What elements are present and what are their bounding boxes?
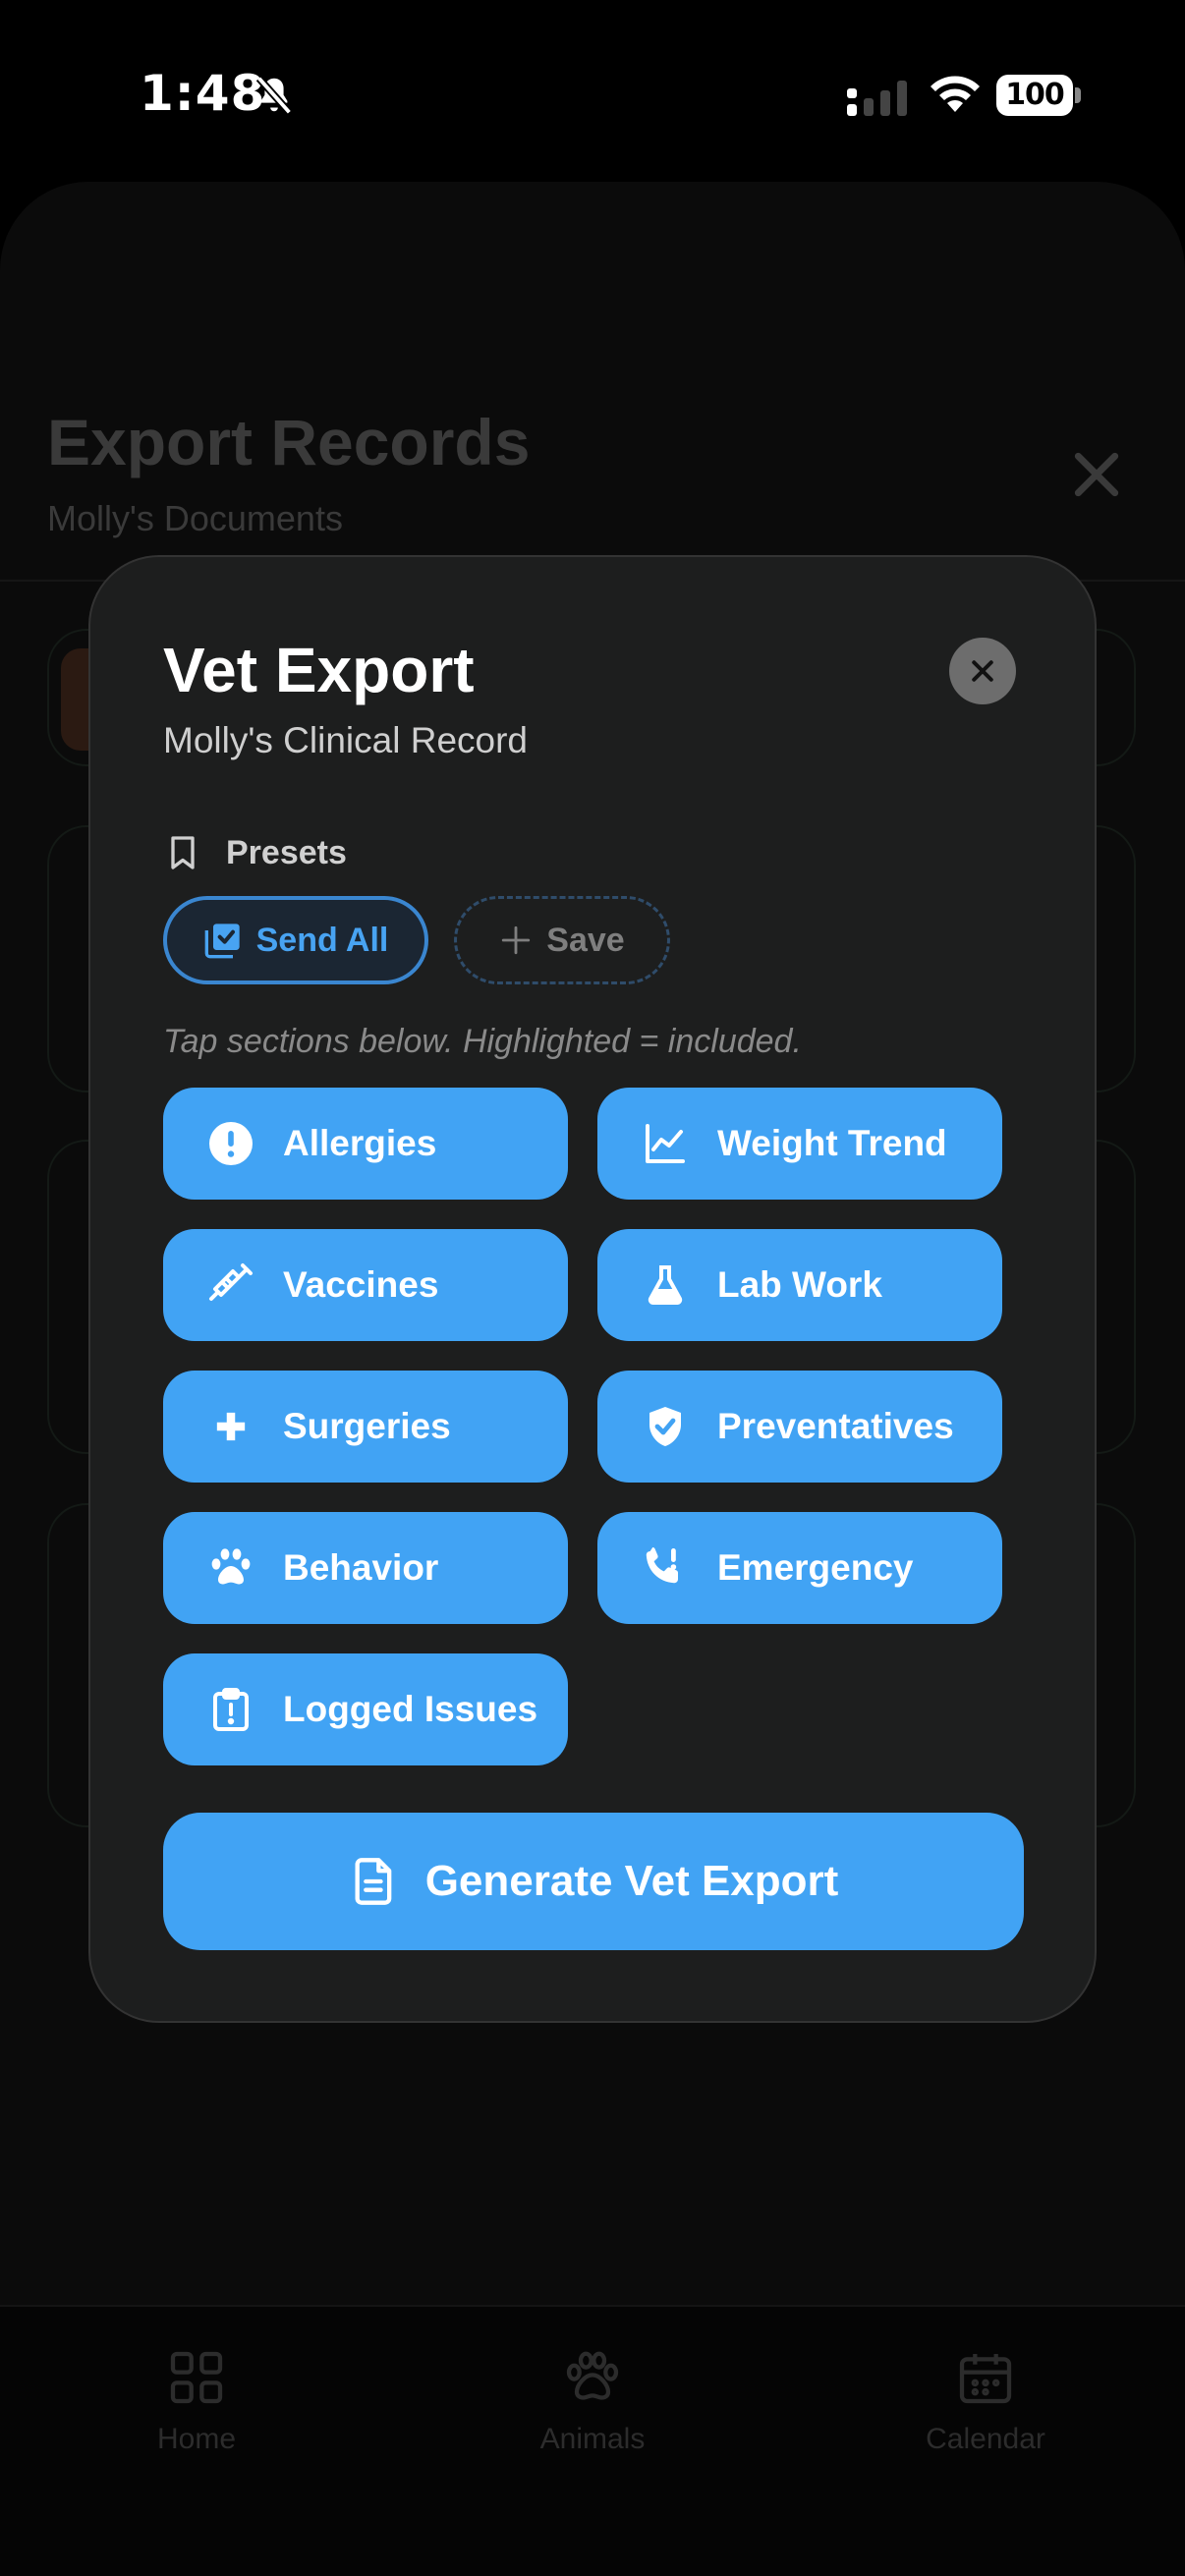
- section-label: Surgeries: [283, 1406, 451, 1446]
- preset-label: Send All: [255, 921, 389, 959]
- paw-icon: [211, 1548, 251, 1585]
- clipboard-alert-icon: [213, 1688, 249, 1731]
- battery-level: 100: [996, 75, 1073, 116]
- section-logged-issues-toggle[interactable]: Logged Issues: [163, 1653, 568, 1765]
- bookmark-icon: [171, 836, 195, 869]
- calendar-icon: [959, 2354, 1012, 2404]
- section-label: Emergency: [717, 1547, 914, 1588]
- section-label: Behavior: [283, 1547, 439, 1588]
- presets-label: Presets: [226, 833, 347, 871]
- section-label: Allergies: [283, 1123, 437, 1163]
- section-emergency-toggle[interactable]: Emergency: [597, 1512, 1002, 1624]
- generate-label: Generate Vet Export: [424, 1857, 839, 1905]
- section-preventatives-toggle[interactable]: Preventatives: [597, 1371, 1002, 1483]
- modal-title: Vet Export: [163, 635, 475, 705]
- syringe-icon: [209, 1263, 253, 1301]
- cellular-signal-icon: [847, 81, 907, 116]
- status-time: 1:48: [140, 65, 266, 122]
- page-title: Export Records: [47, 406, 531, 478]
- phone-alert-icon: [646, 1547, 678, 1584]
- section-label: Vaccines: [283, 1264, 439, 1305]
- nav-label: Home: [156, 2423, 237, 2455]
- section-weight-trend-toggle[interactable]: Weight Trend: [597, 1088, 1002, 1200]
- bell-muted-icon: [255, 76, 293, 115]
- nav-item-animals[interactable]: Animals: [475, 2346, 710, 2456]
- section-label: Weight Trend: [717, 1123, 947, 1163]
- shield-check-icon: [649, 1407, 681, 1446]
- nav-item-calendar[interactable]: Calendar: [868, 2346, 1103, 2456]
- section-allergies-toggle[interactable]: Allergies: [163, 1088, 568, 1200]
- preset-save-button[interactable]: Save: [454, 896, 670, 984]
- medical-cross-icon: [216, 1412, 246, 1441]
- nav-label: Animals: [539, 2423, 646, 2455]
- alert-circle-icon: [209, 1122, 253, 1165]
- modal-close-button[interactable]: [949, 638, 1016, 704]
- preset-send-all-button[interactable]: Send All: [163, 896, 428, 984]
- section-label: Logged Issues: [283, 1689, 538, 1729]
- close-icon: [972, 660, 993, 682]
- flask-icon: [648, 1265, 683, 1305]
- wifi-icon: [931, 76, 980, 112]
- section-lab-work-toggle[interactable]: Lab Work: [597, 1229, 1002, 1341]
- paw-icon: [566, 2351, 619, 2400]
- close-icon[interactable]: [1069, 447, 1124, 502]
- generate-vet-export-button[interactable]: Generate Vet Export: [163, 1813, 1024, 1950]
- presets-header: Presets: [163, 828, 347, 877]
- section-label: Preventatives: [717, 1406, 954, 1446]
- plus-icon: [502, 925, 531, 955]
- preset-label: Save: [546, 921, 625, 959]
- page-subtitle: Molly's Documents: [47, 498, 343, 538]
- status-bar: 1:48 100: [0, 0, 1185, 187]
- hint-text: Tap sections below. Highlighted = includ…: [163, 1023, 802, 1060]
- document-icon: [355, 1858, 392, 1905]
- section-vaccines-toggle[interactable]: Vaccines: [163, 1229, 568, 1341]
- line-chart-icon: [646, 1124, 685, 1163]
- section-behavior-toggle[interactable]: Behavior: [163, 1512, 568, 1624]
- grid-icon: [170, 2351, 223, 2404]
- battery-icon: 100: [996, 75, 1081, 116]
- section-label: Lab Work: [717, 1264, 882, 1305]
- nav-item-home[interactable]: Home: [79, 2346, 314, 2456]
- modal-subtitle: Molly's Clinical Record: [163, 720, 528, 760]
- bottom-nav: Home Animals Calendar: [0, 2305, 1185, 2576]
- section-surgeries-toggle[interactable]: Surgeries: [163, 1371, 568, 1483]
- nav-label: Calendar: [926, 2423, 1045, 2455]
- checklist-icon: [204, 924, 240, 959]
- vet-export-modal: Vet Export Molly's Clinical Record Prese…: [88, 555, 1097, 2023]
